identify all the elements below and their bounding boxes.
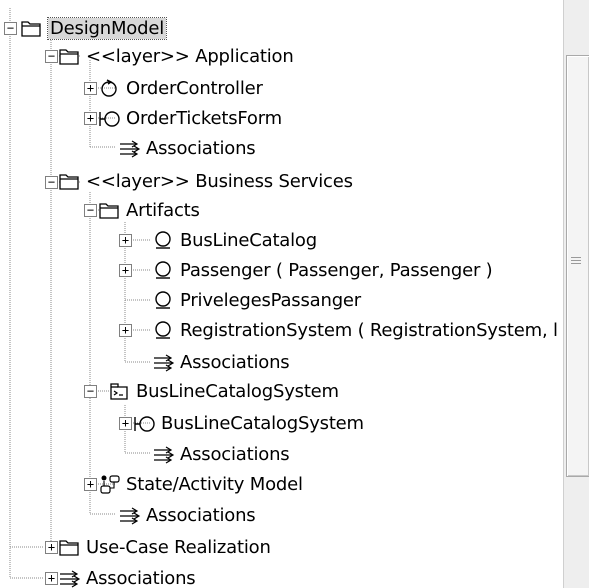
expander-associations-root[interactable]: + (45, 572, 58, 585)
expander-registrationsystem[interactable]: + (119, 324, 132, 337)
expander-buslinecatalog[interactable]: + (119, 234, 132, 247)
tree-item-associations[interactable]: Associations (152, 440, 290, 468)
tree-item-label: BusLineCatalog (180, 229, 317, 251)
tree-item-label: Use-Case Realization (86, 536, 271, 558)
tree-item-associations[interactable]: Associations (118, 501, 256, 529)
entity-class-icon (152, 229, 174, 251)
entity-class-icon (152, 289, 174, 311)
tree-item-artifacts[interactable]: Artifacts (98, 196, 200, 224)
tree-item-label: Passenger ( Passenger, Passenger ) (180, 259, 493, 281)
tree-item-label: RegistrationSystem ( RegistrationSystem,… (180, 319, 558, 341)
expander-business-services[interactable]: − (45, 176, 58, 189)
tree-item-label: OrderController (126, 77, 263, 99)
tree-item-registrationsystem[interactable]: RegistrationSystem ( RegistrationSystem,… (152, 316, 558, 344)
expander-state-activity-model[interactable]: + (84, 478, 97, 491)
tree-item-label: Associations (146, 504, 256, 526)
tree-item-buslinecatalog[interactable]: BusLineCatalog (152, 226, 317, 254)
tree-item-label: PrivelegesPassanger (180, 289, 361, 311)
tree-item-label: State/Activity Model (126, 473, 303, 495)
folder-icon (98, 199, 120, 221)
tree-item-associations[interactable]: Associations (152, 348, 290, 376)
tree-item-associations[interactable]: Associations (118, 134, 256, 162)
expander-buslinecatalogsystem-package[interactable]: − (84, 385, 97, 398)
control-class-icon (98, 77, 120, 99)
expander-artifacts[interactable]: − (84, 204, 97, 217)
tree-item-label: Associations (146, 137, 256, 159)
package-icon (108, 380, 130, 402)
entity-class-icon (152, 319, 174, 341)
tree-item-state-activity-model[interactable]: State/Activity Model (98, 470, 303, 498)
tree-item-label: <<layer>> Business Services (86, 170, 353, 192)
folder-icon (58, 170, 80, 192)
tree-item-ordercontroller[interactable]: OrderController (98, 74, 263, 102)
tree-item-label: Associations (180, 443, 290, 465)
entity-class-icon (152, 259, 174, 281)
tree-item-label: Artifacts (126, 199, 200, 221)
tree-item-buslinecatalogsystem-package[interactable]: BusLineCatalogSystem (108, 377, 339, 405)
tree-item-business-services-layer[interactable]: <<layer>> Business Services (58, 167, 353, 195)
tree-item-label: DesignModel (47, 16, 167, 40)
expander-buslinecatalogsystem-class[interactable]: + (119, 417, 132, 430)
tree-item-associations[interactable]: Associations (58, 564, 196, 588)
associations-icon (152, 443, 175, 465)
expander-passenger[interactable]: + (119, 264, 132, 277)
tree-item-use-case-realization[interactable]: Use-Case Realization (58, 533, 271, 561)
tree-item-passenger[interactable]: Passenger ( Passenger, Passenger ) (152, 256, 493, 284)
scrollbar-thumb[interactable] (566, 55, 589, 477)
associations-icon (118, 504, 141, 526)
tree-item-label: OrderTicketsForm (126, 107, 282, 129)
tree-item-orderticketsform[interactable]: OrderTicketsForm (98, 104, 282, 132)
expander-application[interactable]: − (45, 50, 58, 63)
boundary-class-icon (98, 107, 120, 129)
tree-item-label: Associations (86, 567, 196, 588)
tree-item-label: Associations (180, 351, 290, 373)
associations-icon (118, 137, 141, 159)
expander-ordercontroller[interactable]: + (84, 82, 97, 95)
folder-icon (20, 17, 42, 39)
expander-orderticketsform[interactable]: + (84, 112, 97, 125)
tree-item-label: BusLineCatalogSystem (136, 380, 339, 402)
expander-designmodel[interactable]: − (4, 22, 17, 35)
vertical-scrollbar[interactable] (563, 0, 589, 588)
tree-item-label: BusLineCatalogSystem (161, 412, 364, 434)
scrollbar-grip-icon (571, 255, 581, 265)
tree-item-privelegespassanger[interactable]: PrivelegesPassanger (152, 286, 361, 314)
folder-icon (58, 45, 80, 67)
tree-item-buslinecatalogsystem-class[interactable]: BusLineCatalogSystem (133, 409, 364, 437)
associations-icon (152, 351, 175, 373)
model-tree: − − + + − − + + + − + + + + DesignModel … (0, 0, 561, 588)
expander-use-case-realization[interactable]: + (45, 541, 58, 554)
folder-icon (58, 536, 80, 558)
tree-item-application-layer[interactable]: <<layer>> Application (58, 42, 294, 70)
boundary-class-icon (133, 412, 155, 434)
tree-item-label: <<layer>> Application (86, 45, 294, 67)
state-activity-model-icon (98, 473, 120, 495)
associations-icon (58, 567, 81, 588)
tree-item-designmodel[interactable]: DesignModel (20, 14, 167, 42)
